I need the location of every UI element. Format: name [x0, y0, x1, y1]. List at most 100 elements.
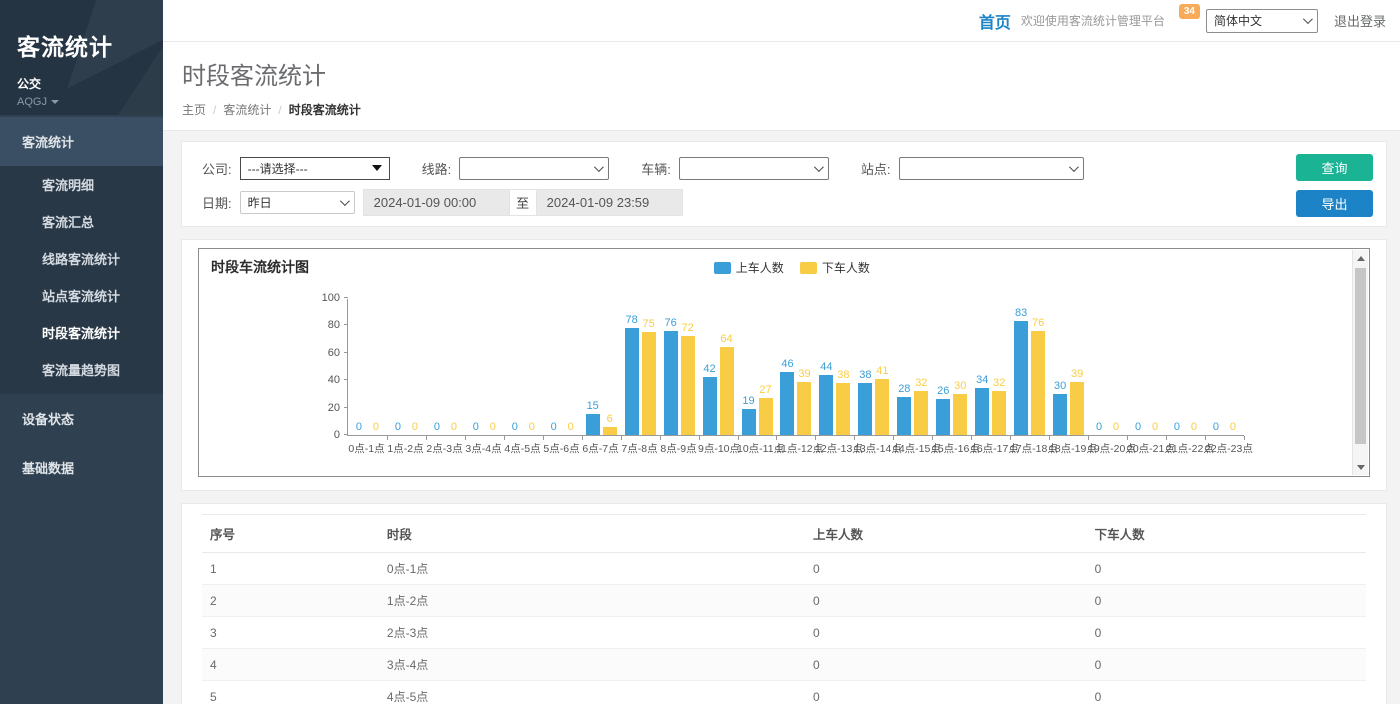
date-from-input[interactable]: 2024-01-09 00:00: [363, 189, 510, 216]
chart-bar-wrap: 39: [797, 368, 811, 435]
sidebar-subitem[interactable]: 客流汇总: [0, 203, 163, 240]
export-button[interactable]: 导出: [1296, 190, 1373, 217]
chart-bar-wrap: 0: [430, 421, 444, 435]
date-preset-select[interactable]: 昨日: [240, 191, 355, 214]
x-axis-tick-label: 20点-21点: [1127, 441, 1166, 456]
sidebar-subitem[interactable]: 时段客流统计: [0, 314, 163, 351]
x-axis-tick-label: 14点-15点: [893, 441, 932, 456]
chart-bar-group: 30 39: [1049, 299, 1088, 435]
x-axis-tick-label: 9点-10点: [698, 441, 737, 456]
chart-title: 时段车流统计图: [211, 257, 309, 277]
table-header-row: 序号时段上车人数下车人数: [202, 515, 1366, 553]
table-cell: 3: [202, 617, 379, 649]
bar-value-label: 0: [1113, 421, 1119, 434]
scroll-up-icon[interactable]: [1353, 250, 1369, 266]
vehicle-label: 车辆:: [641, 159, 671, 178]
y-axis-tick-mark: [344, 379, 348, 380]
sidebar-subitem[interactable]: 客流明细: [0, 166, 163, 203]
scrollbar-thumb[interactable]: [1355, 268, 1366, 444]
content: 公司: ---请选择--- 线路: 车辆: 站点:: [163, 131, 1400, 704]
table-cell: 4点-5点: [379, 681, 805, 704]
date-to-separator: 至: [510, 189, 536, 216]
bar-value-label: 0: [1096, 421, 1102, 434]
sidebar-item-base-data[interactable]: 基础数据: [0, 443, 163, 492]
breadcrumb: 主页 / 客流统计 / 时段客流统计: [182, 101, 1400, 118]
chart-bar: [780, 372, 794, 435]
bar-value-label: 0: [412, 421, 418, 434]
logout-link[interactable]: 退出登录: [1334, 11, 1386, 30]
sidebar-submenu: 客流明细客流汇总线路客流统计站点客流统计时段客流统计客流量趋势图: [0, 166, 163, 394]
legend-label: 上车人数: [736, 259, 784, 276]
bar-value-label: 0: [490, 421, 496, 434]
chart-scrollbar[interactable]: [1352, 250, 1368, 475]
breadcrumb-home[interactable]: 主页: [182, 101, 206, 118]
y-axis-tick-mark: [344, 297, 348, 298]
table-cell: 3点-4点: [379, 649, 805, 681]
bar-value-label: 46: [781, 358, 793, 371]
table-header-cell: 序号: [202, 515, 379, 553]
chart-bar-group: 00: [1205, 299, 1244, 435]
legend-item[interactable]: 上车人数: [714, 259, 784, 276]
table-body: 10点-1点0021点-2点0032点-3点0043点-4点0054点-5点00…: [202, 553, 1366, 704]
date-to-input[interactable]: 2024-01-09 23:59: [536, 189, 683, 216]
breadcrumb-separator: /: [213, 103, 216, 117]
dropdown-triangle-icon: [372, 165, 382, 171]
scroll-down-icon[interactable]: [1353, 459, 1369, 475]
chart-bar-wrap: 0: [352, 421, 366, 435]
station-label: 站点:: [861, 159, 891, 178]
legend-item[interactable]: 下车人数: [800, 259, 870, 276]
bar-value-label: 0: [529, 421, 535, 434]
chart-bar: [1070, 382, 1084, 435]
chart-bar: [625, 328, 639, 435]
user-menu[interactable]: AQGJ: [17, 96, 163, 108]
chart-bar-wrap: 39: [1070, 368, 1084, 435]
chart-bar-group: 00: [387, 299, 426, 435]
sidebar-subitem[interactable]: 站点客流统计: [0, 277, 163, 314]
user-name: AQGJ: [17, 96, 47, 108]
chart-bar-group: 7875: [621, 299, 660, 435]
vehicle-select[interactable]: [679, 157, 829, 180]
line-select[interactable]: [459, 157, 609, 180]
chevron-down-icon: [340, 196, 350, 206]
bar-value-label: 0: [395, 421, 401, 434]
notification-badge[interactable]: 34: [1179, 4, 1200, 19]
x-axis-tick-label: 17点-18点: [1010, 441, 1049, 456]
chart-bar-wrap: 64: [720, 333, 734, 435]
sidebar-item-device-status[interactable]: 设备状态: [0, 394, 163, 443]
x-axis-tick-label: 8点-9点: [659, 441, 698, 456]
filter-panel: 公司: ---请选择--- 线路: 车辆: 站点:: [181, 141, 1387, 227]
chart-bar-group: 00: [348, 299, 387, 435]
company-select[interactable]: ---请选择---: [240, 157, 390, 180]
x-axis-tick-label: 3点-4点: [464, 441, 503, 456]
chart-bar-wrap: 0: [369, 421, 383, 435]
chart-bar-wrap: 32: [914, 377, 928, 435]
sidebar-subitem[interactable]: 线路客流统计: [0, 240, 163, 277]
table-cell: 5: [202, 681, 379, 704]
home-link[interactable]: 首页: [979, 9, 1011, 33]
chart-bar-wrap: 28: [897, 383, 911, 435]
sidebar-subitem[interactable]: 客流量趋势图: [0, 351, 163, 388]
station-select[interactable]: [899, 157, 1084, 180]
bar-value-label: 42: [703, 363, 715, 376]
chart-bar-wrap: 44: [819, 361, 833, 435]
company-select-value: ---请选择---: [248, 160, 308, 177]
topbar-right: 首页 欢迎使用客流统计管理平台 34 简体中文 退出登录: [979, 9, 1386, 33]
y-axis-tick-label: 80: [306, 319, 340, 331]
language-select[interactable]: 简体中文: [1206, 9, 1318, 33]
bar-value-label: 0: [1191, 421, 1197, 434]
chart-bar: [797, 382, 811, 435]
table-cell: 0: [805, 649, 1087, 681]
chevron-down-icon: [1068, 162, 1078, 172]
bar-value-label: 30: [1054, 380, 1066, 393]
sidebar-item-passenger-stats[interactable]: 客流统计: [0, 117, 163, 166]
bar-value-label: 76: [664, 317, 676, 330]
chart-bar-group: 00: [426, 299, 465, 435]
query-button[interactable]: 查询: [1296, 154, 1373, 181]
chart-bar: [936, 399, 950, 435]
breadcrumb-passenger-stats[interactable]: 客流统计: [223, 101, 271, 118]
x-axis-tick-label: 0点-1点: [347, 441, 386, 456]
y-axis-tick-mark: [344, 434, 348, 435]
bar-value-label: 76: [1032, 317, 1044, 330]
table-row: 10点-1点00: [202, 553, 1366, 585]
welcome-text: 欢迎使用客流统计管理平台: [1021, 12, 1165, 29]
